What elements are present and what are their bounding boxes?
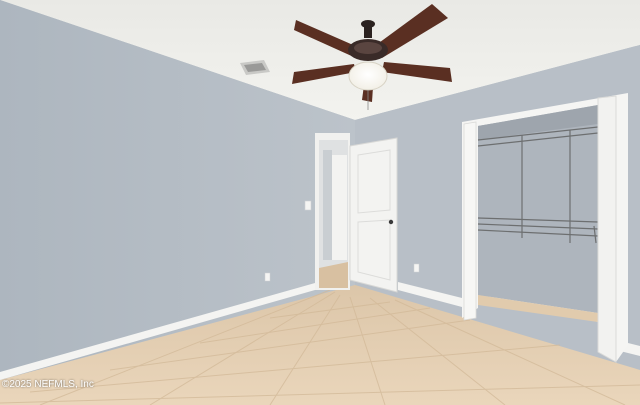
open-bedroom-door [349,137,398,293]
door-knob-icon [388,219,394,225]
hallway-doorway [315,133,350,290]
closet-left-door-panel [463,121,477,321]
fan-light-globe [348,61,388,91]
wall-outlet-right [413,263,420,273]
copyright-watermark: ©2025 NEFMLS, Inc [2,379,94,390]
wall-outlet-left [264,272,271,282]
bedroom-photo [0,0,640,405]
closet-bifold-door [597,95,617,363]
light-switch-plate [304,200,312,211]
